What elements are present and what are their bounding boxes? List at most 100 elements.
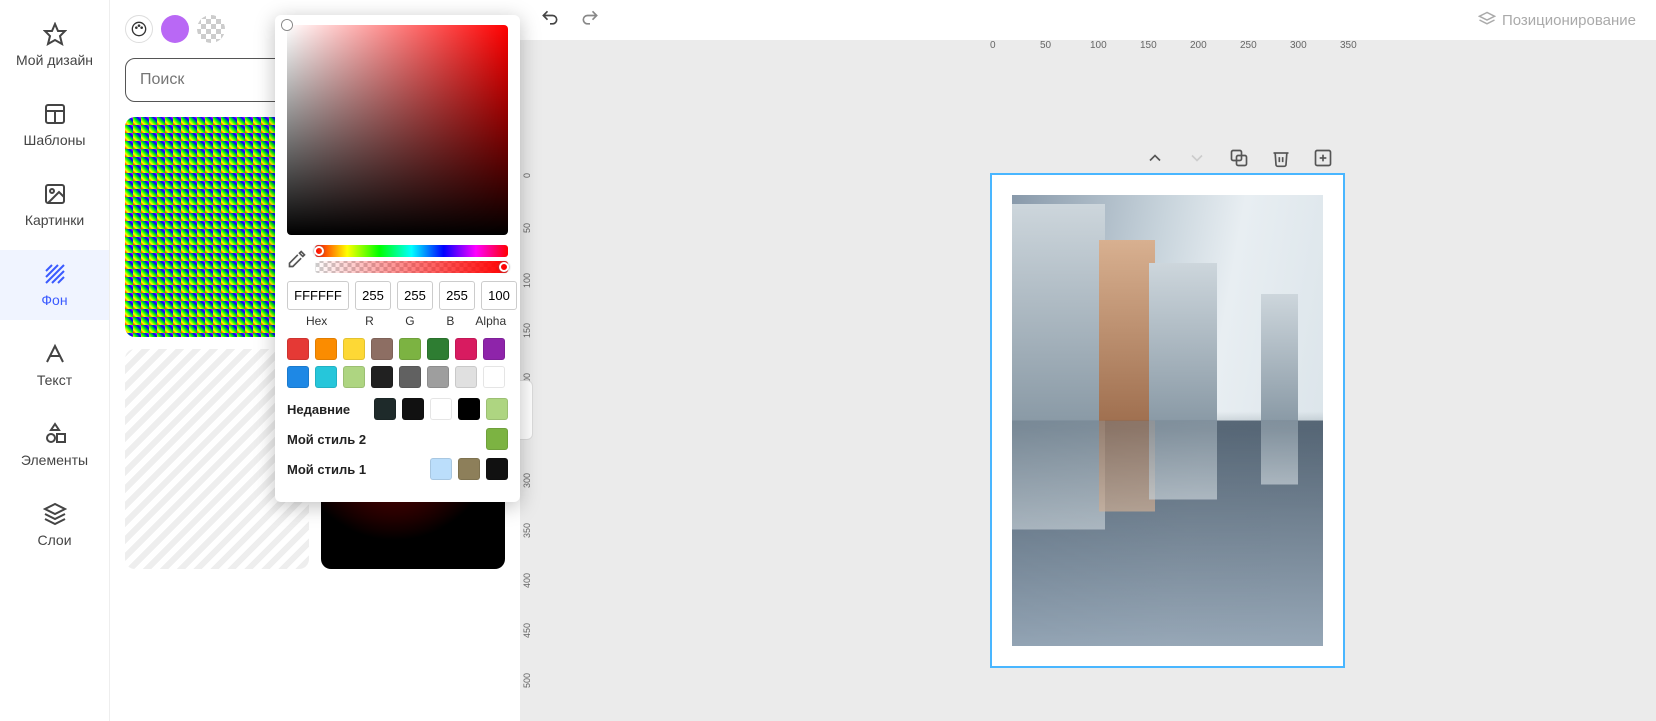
g-label: G xyxy=(393,314,427,328)
ruler-tick: 350 xyxy=(1340,40,1357,51)
color-swatch[interactable] xyxy=(430,458,452,480)
ruler-tick: 300 xyxy=(1290,40,1307,51)
canvas-viewport[interactable] xyxy=(540,58,1656,721)
undo-button[interactable] xyxy=(540,8,560,33)
b-input[interactable] xyxy=(439,281,475,310)
trash-icon xyxy=(1271,148,1291,168)
alpha-input[interactable] xyxy=(481,281,517,310)
color-swatch[interactable] xyxy=(430,398,452,420)
alpha-slider[interactable] xyxy=(315,261,508,273)
color-swatch[interactable] xyxy=(458,458,480,480)
ruler-tick: 250 xyxy=(1240,40,1257,51)
current-color-swatch[interactable] xyxy=(161,15,189,43)
template-icon xyxy=(43,102,67,126)
hex-input[interactable] xyxy=(287,281,349,310)
palette-swatch[interactable] xyxy=(371,366,393,388)
artboard[interactable] xyxy=(990,173,1345,668)
ruler-tick: 100 xyxy=(1090,40,1107,51)
r-label: R xyxy=(352,314,386,328)
plus-square-icon xyxy=(1313,148,1333,168)
sidebar-item-label: Картинки xyxy=(25,212,84,228)
palette-swatch[interactable] xyxy=(427,366,449,388)
transparent-swatch[interactable] xyxy=(197,15,225,43)
color-swatch[interactable] xyxy=(402,398,424,420)
palette-swatch[interactable] xyxy=(343,366,365,388)
copy-icon xyxy=(1229,148,1249,168)
ruler-tick: 0 xyxy=(990,40,996,51)
duplicate-button[interactable] xyxy=(1229,148,1249,173)
ruler-tick: 100 xyxy=(522,273,532,288)
selection-toolbar xyxy=(1145,148,1333,173)
move-up-button[interactable] xyxy=(1145,148,1165,173)
ruler-tick: 50 xyxy=(522,223,532,233)
delete-button[interactable] xyxy=(1271,148,1291,173)
sidebar-item-label: Элементы xyxy=(21,452,88,468)
sv-handle[interactable] xyxy=(282,20,292,30)
canvas-area: Позиционирование 050100150200250300350 0… xyxy=(520,0,1656,721)
recent-label: Недавние xyxy=(287,402,350,417)
g-input[interactable] xyxy=(397,281,433,310)
positioning-label: Позиционирование xyxy=(1502,12,1636,29)
palette-swatch[interactable] xyxy=(483,338,505,360)
sidebar-item-label: Фон xyxy=(41,292,67,308)
ruler-tick: 150 xyxy=(1140,40,1157,51)
palette-swatch[interactable] xyxy=(399,366,421,388)
shapes-icon xyxy=(43,422,67,446)
move-down-button[interactable] xyxy=(1187,148,1207,173)
color-swatch[interactable] xyxy=(374,398,396,420)
ruler-tick: 500 xyxy=(522,673,532,688)
color-swatch[interactable] xyxy=(486,428,508,450)
r-input[interactable] xyxy=(355,281,391,310)
background-panel: Hex R G B Alpha Недавние Мой стиль 2 Мой… xyxy=(110,0,520,721)
sidebar: Мой дизайн Шаблоны Картинки Фон Текст Эл… xyxy=(0,0,110,721)
panel-collapse-handle[interactable] xyxy=(519,380,533,440)
palette-swatch[interactable] xyxy=(455,366,477,388)
b-label: B xyxy=(433,314,467,328)
text-icon xyxy=(43,342,67,366)
ruler-tick: 300 xyxy=(522,473,532,488)
positioning-button[interactable]: Позиционирование xyxy=(1478,11,1636,29)
sidebar-item-my-design[interactable]: Мой дизайн xyxy=(0,10,109,80)
ruler-tick: 0 xyxy=(522,173,532,178)
placed-image[interactable] xyxy=(1012,195,1323,646)
sidebar-item-elements[interactable]: Элементы xyxy=(0,410,109,480)
sidebar-item-label: Текст xyxy=(37,372,72,388)
sidebar-item-images[interactable]: Картинки xyxy=(0,170,109,240)
image-icon xyxy=(43,182,67,206)
add-button[interactable] xyxy=(1313,148,1333,173)
ruler-tick: 350 xyxy=(522,523,532,538)
color-swatch[interactable] xyxy=(458,398,480,420)
color-wheel-button[interactable] xyxy=(125,15,153,43)
palette-swatch[interactable] xyxy=(371,338,393,360)
palette-swatch[interactable] xyxy=(343,338,365,360)
palette-swatch[interactable] xyxy=(315,366,337,388)
hue-slider[interactable] xyxy=(315,245,508,257)
palette-swatch[interactable] xyxy=(399,338,421,360)
palette-swatch[interactable] xyxy=(483,366,505,388)
sidebar-item-background[interactable]: Фон xyxy=(0,250,109,320)
palette-swatch[interactable] xyxy=(287,338,309,360)
color-swatch[interactable] xyxy=(486,458,508,480)
sidebar-item-templates[interactable]: Шаблоны xyxy=(0,90,109,160)
background-icon xyxy=(43,262,67,286)
star-icon xyxy=(43,22,67,46)
eyedropper-icon[interactable] xyxy=(287,249,307,269)
palette-swatches xyxy=(287,338,508,388)
sidebar-item-text[interactable]: Текст xyxy=(0,330,109,400)
palette-swatch[interactable] xyxy=(427,338,449,360)
ruler-tick: 450 xyxy=(522,623,532,638)
palette-swatch[interactable] xyxy=(455,338,477,360)
color-swatch[interactable] xyxy=(486,398,508,420)
ruler-tick: 50 xyxy=(1040,40,1051,51)
sidebar-item-label: Слои xyxy=(37,532,71,548)
palette-swatch[interactable] xyxy=(287,366,309,388)
ruler-tick: 400 xyxy=(522,573,532,588)
palette-swatch[interactable] xyxy=(315,338,337,360)
chevron-down-icon xyxy=(1187,148,1207,168)
chevron-up-icon xyxy=(1145,148,1165,168)
redo-button[interactable] xyxy=(580,8,600,33)
saturation-value-area[interactable] xyxy=(287,25,508,235)
layers-icon xyxy=(1478,11,1496,29)
style2-label: Мой стиль 2 xyxy=(287,432,366,447)
sidebar-item-layers[interactable]: Слои xyxy=(0,490,109,560)
